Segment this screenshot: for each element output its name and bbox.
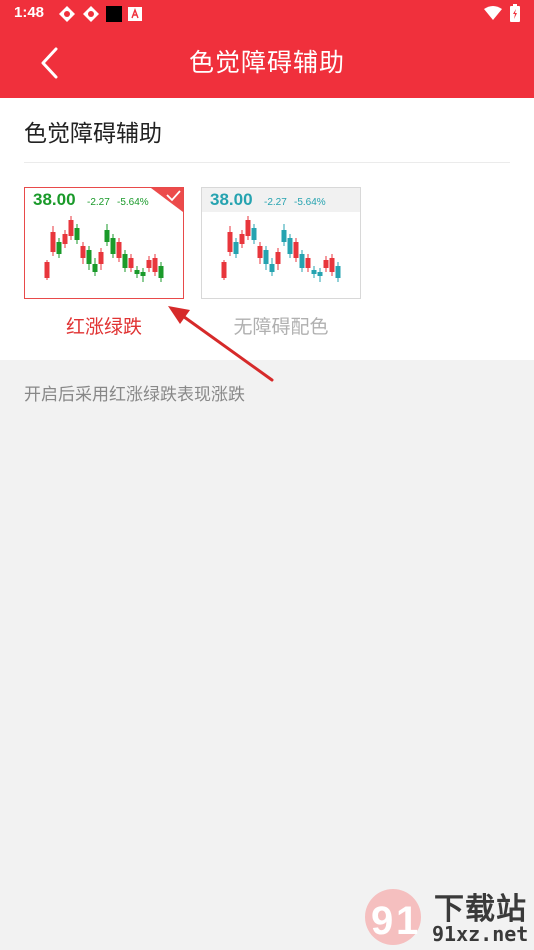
quote-header: 38.00 -2.27 -5.64% bbox=[202, 188, 360, 212]
candle bbox=[104, 224, 110, 246]
candle bbox=[128, 254, 134, 272]
status-time: 1:48 bbox=[14, 4, 45, 21]
selected-check-icon bbox=[151, 188, 183, 212]
candlestick-chart-preview bbox=[221, 216, 341, 282]
candle bbox=[74, 224, 80, 244]
candle bbox=[329, 254, 335, 276]
svg-text:1: 1 bbox=[396, 899, 418, 943]
black-square-icon bbox=[106, 6, 122, 22]
quote-change-percent: -5.64% bbox=[294, 197, 326, 208]
candle bbox=[68, 216, 74, 240]
candle bbox=[140, 268, 146, 282]
page-title: 色觉障碍辅助 bbox=[188, 48, 345, 77]
annotation-arrow-icon bbox=[168, 306, 274, 382]
candle bbox=[44, 260, 50, 280]
candle bbox=[251, 224, 257, 244]
candle bbox=[287, 234, 293, 258]
option-red-up-green-down[interactable]: 38.00 -2.27 -5.64% bbox=[24, 187, 184, 299]
candle bbox=[56, 238, 62, 258]
chevron-left-icon bbox=[41, 47, 58, 79]
candlestick-chart-preview bbox=[44, 216, 164, 282]
candle bbox=[275, 248, 281, 270]
candle bbox=[245, 216, 251, 240]
candle bbox=[269, 258, 275, 276]
candle bbox=[50, 226, 56, 256]
sync-icon bbox=[83, 6, 99, 22]
candle bbox=[92, 258, 98, 276]
candle bbox=[281, 224, 287, 246]
candle bbox=[317, 268, 323, 282]
candle bbox=[62, 230, 68, 248]
quote-price: 38.00 bbox=[33, 190, 76, 209]
quote-price: 38.00 bbox=[210, 190, 253, 209]
back-button[interactable] bbox=[26, 40, 72, 86]
divider bbox=[24, 162, 510, 163]
section-title: 色觉障碍辅助 bbox=[24, 121, 162, 147]
sync-icon bbox=[59, 6, 75, 22]
candle bbox=[146, 256, 152, 272]
app-bar: 色觉障碍辅助 bbox=[0, 28, 534, 98]
candle bbox=[98, 248, 104, 270]
candle bbox=[86, 246, 92, 270]
candle bbox=[305, 254, 311, 272]
watermark-url: 91xz.net bbox=[432, 922, 529, 946]
candle bbox=[227, 226, 233, 256]
candle bbox=[158, 262, 164, 282]
candle bbox=[323, 256, 329, 272]
watermark: 9 1 下载站 91xz.net bbox=[362, 886, 532, 948]
status-system-icons bbox=[484, 4, 520, 22]
candle bbox=[221, 260, 227, 280]
quote-change: -2.27 bbox=[87, 197, 110, 208]
candle bbox=[116, 238, 122, 262]
candle bbox=[335, 262, 341, 282]
candle bbox=[293, 238, 299, 262]
candle bbox=[311, 266, 317, 278]
wifi-icon bbox=[484, 6, 502, 20]
candle bbox=[239, 230, 245, 248]
candle bbox=[152, 254, 158, 276]
description-text: 开启后采用红涨绿跌表现涨跌 bbox=[24, 385, 245, 405]
candle bbox=[80, 242, 86, 264]
candle bbox=[257, 242, 263, 264]
quote-change-percent: -5.64% bbox=[117, 197, 149, 208]
candle bbox=[110, 234, 116, 258]
svg-text:9: 9 bbox=[371, 899, 393, 943]
status-notification-icons bbox=[58, 5, 142, 23]
candle bbox=[122, 250, 128, 272]
a-box-icon bbox=[128, 7, 142, 21]
candle bbox=[134, 266, 140, 278]
option-accessible-palette[interactable]: 38.00 -2.27 -5.64% bbox=[201, 187, 361, 299]
status-bar: 1:48 bbox=[0, 0, 534, 28]
candle bbox=[263, 246, 269, 270]
battery-charging-icon bbox=[510, 4, 520, 22]
candle bbox=[233, 238, 239, 258]
quote-change: -2.27 bbox=[264, 197, 287, 208]
watermark-logo-icon: 9 1 bbox=[365, 889, 421, 945]
candle bbox=[299, 250, 305, 272]
